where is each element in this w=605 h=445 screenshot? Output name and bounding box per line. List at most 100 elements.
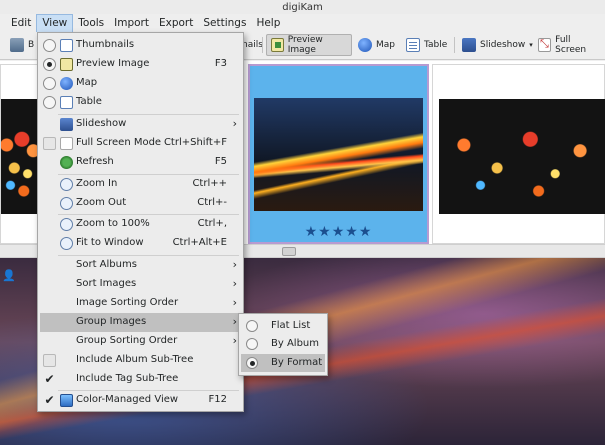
thumbnail-image xyxy=(254,98,423,211)
submenu-item-by-album[interactable]: By Album xyxy=(241,335,325,353)
menu-export[interactable]: Export xyxy=(154,14,198,32)
radio-off-icon xyxy=(246,338,258,350)
menu-item-label: Color-Managed View xyxy=(76,394,179,405)
menu-settings[interactable]: Settings xyxy=(198,14,251,32)
menu-item-include-tag-sub-tree[interactable]: ✔ Include Tag Sub-Tree xyxy=(40,370,241,389)
menu-item-refresh[interactable]: Refresh F5 xyxy=(40,153,241,172)
menu-item-label: Sort Albums xyxy=(76,259,137,270)
full-screen-button[interactable]: Full Screen xyxy=(534,34,605,56)
radio-off-icon xyxy=(43,77,56,90)
menu-item-label: Zoom In xyxy=(76,178,118,189)
splitter-handle[interactable] xyxy=(282,247,296,256)
rating-stars[interactable]: ★★★★★ xyxy=(250,224,427,240)
chevron-right-icon: › xyxy=(232,315,237,328)
menu-help[interactable]: Help xyxy=(251,14,285,32)
fullscreen-icon xyxy=(538,37,552,52)
chevron-right-icon: › xyxy=(232,258,237,271)
menu-item-label: Group Images xyxy=(76,316,147,327)
menu-item-shortcut: F5 xyxy=(214,156,227,167)
thumbnails-label-partial: nails xyxy=(242,40,263,50)
menu-item-label: Group Sorting Order xyxy=(76,335,178,346)
menu-item-thumbnails[interactable]: Thumbnails xyxy=(40,36,241,55)
submenu-item-by-format[interactable]: By Format xyxy=(241,354,325,372)
full-screen-label: Full Screen xyxy=(555,35,587,55)
menu-item-label: Include Tag Sub-Tree xyxy=(76,373,179,384)
checkbox-off-icon xyxy=(43,354,56,367)
slideshow-button[interactable]: Slideshow ▾ xyxy=(458,34,537,56)
zoom-fit-icon xyxy=(60,237,73,250)
menu-item-color-managed-view[interactable]: ✔ Color-Managed View F12 xyxy=(40,391,241,410)
albums-button[interactable]: B xyxy=(6,34,38,56)
menu-item-full-screen-mode[interactable]: Full Screen Mode Ctrl+Shift+F xyxy=(40,134,241,153)
zoom-out-icon xyxy=(60,197,73,210)
menu-item-image-sorting-order[interactable]: Image Sorting Order › xyxy=(40,294,241,313)
refresh-icon xyxy=(60,156,73,169)
menu-item-slideshow[interactable]: Slideshow › xyxy=(40,115,241,134)
menu-item-shortcut: Ctrl+, xyxy=(197,218,227,229)
radio-off-icon xyxy=(43,96,56,109)
slideshow-icon xyxy=(462,38,476,52)
submenu-item-flat-list[interactable]: Flat List xyxy=(241,317,325,335)
globe-icon xyxy=(60,77,73,90)
menu-edit[interactable]: Edit xyxy=(6,14,36,32)
checkmark-icon: ✔ xyxy=(44,372,55,386)
monitor-icon xyxy=(60,394,73,407)
table-button[interactable]: Table xyxy=(402,34,451,56)
menubar: Edit View Tools Import Export Settings H… xyxy=(0,14,605,32)
albums-icon xyxy=(10,38,24,52)
menu-item-label: Map xyxy=(76,77,98,88)
map-label: Map xyxy=(376,40,395,50)
menu-view[interactable]: View xyxy=(36,14,74,32)
menu-item-table[interactable]: Table xyxy=(40,93,241,112)
zoom-in-icon xyxy=(60,178,73,191)
submenu-item-label: Flat List xyxy=(271,320,311,331)
menu-item-map[interactable]: Map xyxy=(40,74,241,93)
menu-item-shortcut: F12 xyxy=(208,394,227,405)
toolbar-separator xyxy=(262,37,263,53)
radio-on-icon xyxy=(43,58,56,71)
menu-item-label: Full Screen Mode xyxy=(76,137,162,148)
menu-item-sort-albums[interactable]: Sort Albums › xyxy=(40,256,241,275)
toolbar-separator xyxy=(454,37,455,53)
group-images-submenu: Flat List By Album By Format xyxy=(238,313,328,376)
table-icon xyxy=(60,96,73,109)
thumbnail-image xyxy=(1,99,39,214)
menu-item-group-images[interactable]: Group Images › xyxy=(40,313,241,332)
thumbnail-item[interactable] xyxy=(0,64,40,244)
menu-item-label: Fit to Window xyxy=(76,237,144,248)
preview-image-button[interactable]: Preview Image xyxy=(266,34,352,56)
window-title: digiKam xyxy=(282,2,323,13)
menu-item-label: Sort Images xyxy=(76,278,137,289)
thumbnail-item[interactable] xyxy=(432,64,605,244)
menu-item-group-sorting-order[interactable]: Group Sorting Order › xyxy=(40,332,241,351)
zoom-original-icon xyxy=(60,218,73,231)
menu-item-shortcut: Ctrl++ xyxy=(192,178,227,189)
menu-item-fit-to-window[interactable]: Fit to Window Ctrl+Alt+E xyxy=(40,234,241,253)
menu-item-sort-images[interactable]: Sort Images › xyxy=(40,275,241,294)
menu-item-shortcut: Ctrl+Alt+E xyxy=(172,237,227,248)
menu-item-include-album-sub-tree[interactable]: Include Album Sub-Tree xyxy=(40,351,241,370)
menu-item-label: Refresh xyxy=(76,156,114,167)
menu-import[interactable]: Import xyxy=(109,14,154,32)
menu-item-label: Preview Image xyxy=(76,58,150,69)
chevron-right-icon: › xyxy=(232,334,237,347)
table-icon xyxy=(406,38,420,52)
menu-item-zoom-in[interactable]: Zoom In Ctrl++ xyxy=(40,175,241,194)
map-button[interactable]: Map xyxy=(354,34,399,56)
menu-tools[interactable]: Tools xyxy=(73,14,109,32)
menu-item-label: Zoom Out xyxy=(76,197,127,208)
thumbnail-item-selected[interactable]: ★★★★★ xyxy=(248,64,429,244)
albums-label: B xyxy=(28,40,35,50)
chevron-right-icon: › xyxy=(232,277,237,290)
menu-item-zoom-100[interactable]: Zoom to 100% Ctrl+, xyxy=(40,215,241,234)
checkmark-icon: ✔ xyxy=(44,393,55,407)
view-menu: Thumbnails Preview Image F3 Map Table Sl… xyxy=(37,32,244,412)
menu-item-preview-image[interactable]: Preview Image F3 xyxy=(40,55,241,74)
menu-item-shortcut: Ctrl+Shift+F xyxy=(163,137,227,148)
preview-image-icon xyxy=(60,58,73,71)
slideshow-icon xyxy=(60,118,73,131)
checkbox-off-icon xyxy=(43,137,56,150)
fullscreen-icon xyxy=(60,137,73,150)
menu-item-zoom-out[interactable]: Zoom Out Ctrl+- xyxy=(40,194,241,213)
menu-item-shortcut: Ctrl+- xyxy=(197,197,227,208)
